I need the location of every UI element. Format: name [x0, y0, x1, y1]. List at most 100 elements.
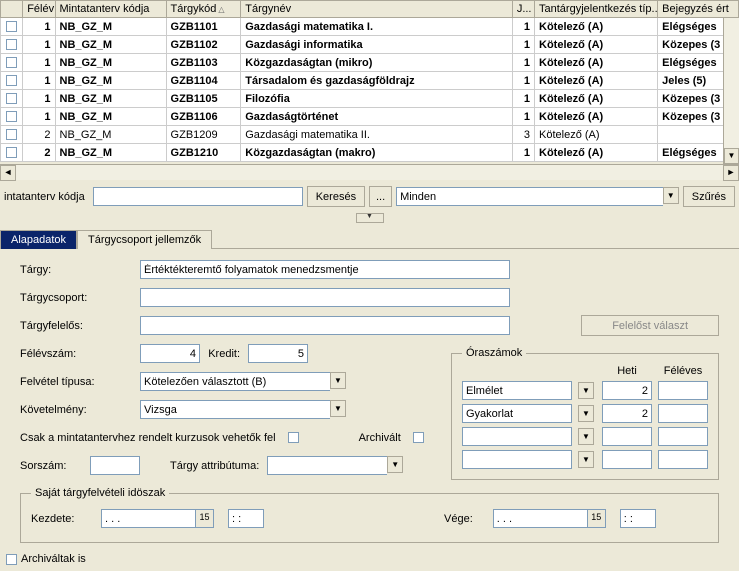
scroll-down-icon[interactable]: ▼: [724, 148, 739, 164]
cell-felev: 1: [23, 72, 55, 90]
elmelet-feleves-field[interactable]: [658, 381, 708, 400]
header-j[interactable]: J...: [512, 1, 534, 18]
header-checkbox[interactable]: [1, 1, 23, 18]
archivaltak-is-label: Archiváltak is: [21, 553, 86, 565]
oraszam-type-2[interactable]: [462, 404, 572, 423]
oraszam4-heti-field[interactable]: [602, 450, 652, 469]
table-row[interactable]: 1NB_GZ_MGZB1101Gazdasági matematika I.1K…: [1, 18, 739, 36]
scroll-left-icon[interactable]: ◄: [0, 165, 16, 181]
header-felev[interactable]: Félév: [23, 1, 55, 18]
kezdete-time-field[interactable]: [228, 509, 264, 528]
oraszam4-feleves-field[interactable]: [658, 450, 708, 469]
cell-j: 3: [512, 126, 534, 144]
row-checkbox[interactable]: [6, 93, 17, 104]
row-checkbox[interactable]: [6, 21, 17, 32]
kovetelmeny-label: Követelmény:: [20, 404, 140, 416]
table-row[interactable]: 2NB_GZ_MGZB1210Közgazdaságtan (makro)1Kö…: [1, 144, 739, 162]
table-row[interactable]: 1NB_GZ_MGZB1106Gazdaságtörténet1Kötelező…: [1, 108, 739, 126]
cell-tip: Kötelező (A): [535, 144, 658, 162]
cell-tip: Kötelező (A): [535, 54, 658, 72]
tab-targycsoport-jellemzok[interactable]: Tárgycsoport jellemzők: [77, 230, 212, 249]
felvetel-tipusa-select[interactable]: [140, 372, 330, 391]
table-row[interactable]: 1NB_GZ_MGZB1104Társadalom és gazdaságföl…: [1, 72, 739, 90]
targy-field[interactable]: [140, 260, 510, 279]
row-checkbox[interactable]: [6, 57, 17, 68]
gyakorlat-feleves-field[interactable]: [658, 404, 708, 423]
idoszak-legend: Saját tárgyfelvételi idöszak: [31, 487, 169, 499]
oraszam3-heti-field[interactable]: [602, 427, 652, 446]
table-row[interactable]: 1NB_GZ_MGZB1102Gazdasági informatika1Köt…: [1, 36, 739, 54]
cell-tip: Kötelező (A): [535, 18, 658, 36]
cell-mintatanterv-kod: NB_GZ_M: [55, 36, 166, 54]
horizontal-scrollbar[interactable]: ◄ ►: [0, 164, 739, 180]
table-row[interactable]: 1NB_GZ_MGZB1105Filozófia1Kötelező (A)Köz…: [1, 90, 739, 108]
chevron-down-icon[interactable]: ▼: [578, 405, 594, 422]
szures-button[interactable]: Szűrés: [683, 186, 735, 207]
kovetelmeny-select[interactable]: [140, 400, 330, 419]
sorszam-field[interactable]: [90, 456, 140, 475]
targyfelelos-field[interactable]: [140, 316, 510, 335]
filter-select[interactable]: [396, 187, 663, 206]
header-mintatanterv-kod[interactable]: Mintatanterv kódja: [55, 1, 166, 18]
vertical-scrollbar[interactable]: ▼: [723, 18, 739, 164]
data-grid[interactable]: Félév Mintatanterv kódja Tárgykód△ Tárgy…: [0, 0, 739, 164]
chevron-down-icon[interactable]: ▼: [387, 456, 403, 473]
chevron-down-icon[interactable]: ▼: [578, 428, 594, 445]
row-checkbox[interactable]: [6, 75, 17, 86]
row-checkbox[interactable]: [6, 129, 17, 140]
gyakorlat-heti-field[interactable]: [602, 404, 652, 423]
vege-time-field[interactable]: [620, 509, 656, 528]
cell-felev: 1: [23, 54, 55, 72]
chevron-down-icon[interactable]: ▼: [330, 372, 346, 389]
idoszak-group: Saját tárgyfelvételi idöszak Kezdete: 15…: [20, 487, 719, 543]
header-tantargyjelentkezes-tip[interactable]: Tantárgyjelentkezés típ...: [535, 1, 658, 18]
sort-asc-icon: △: [218, 5, 224, 14]
row-checkbox[interactable]: [6, 111, 17, 122]
felevszam-label: Félévszám:: [20, 348, 140, 360]
elmelet-heti-field[interactable]: [602, 381, 652, 400]
search-more-button[interactable]: ...: [369, 186, 392, 207]
felelost-valaszt-button: Felelőst választ: [581, 315, 719, 336]
archivalt-checkbox[interactable]: [413, 432, 424, 443]
calendar-icon[interactable]: 15: [196, 509, 214, 528]
header-bejegyzes-ert[interactable]: Bejegyzés ért: [658, 1, 739, 18]
archivaltak-is-checkbox[interactable]: [6, 554, 17, 565]
cell-targynev: Gazdaságtörténet: [241, 108, 513, 126]
scroll-right-icon[interactable]: ►: [723, 165, 739, 181]
cell-targykod: GZB1103: [166, 54, 241, 72]
oraszam-type-1[interactable]: [462, 381, 572, 400]
targycsoport-field[interactable]: [140, 288, 510, 307]
kredit-field[interactable]: [248, 344, 308, 363]
felevszam-field[interactable]: [140, 344, 200, 363]
targycsoport-label: Tárgycsoport:: [20, 292, 140, 304]
search-input[interactable]: [93, 187, 303, 206]
chevron-down-icon[interactable]: ▼: [578, 451, 594, 468]
cell-targynev: Társadalom és gazdaságföldrajz: [241, 72, 513, 90]
oraszam3-feleves-field[interactable]: [658, 427, 708, 446]
header-targynev[interactable]: Tárgynév: [241, 1, 513, 18]
splitter-toggle-button[interactable]: [356, 213, 384, 223]
kereses-button[interactable]: Keresés: [307, 186, 365, 207]
row-checkbox[interactable]: [6, 147, 17, 158]
cell-mintatanterv-kod: NB_GZ_M: [55, 108, 166, 126]
cell-j: 1: [512, 90, 534, 108]
table-row[interactable]: 1NB_GZ_MGZB1103Közgazdaságtan (mikro)1Kö…: [1, 54, 739, 72]
targy-attributuma-select[interactable]: [267, 456, 387, 475]
row-checkbox[interactable]: [6, 39, 17, 50]
cell-tip: Kötelező (A): [535, 36, 658, 54]
chevron-down-icon[interactable]: ▼: [578, 382, 594, 399]
kezdete-date-field[interactable]: [101, 509, 196, 528]
csak-mintatanterv-checkbox[interactable]: [288, 432, 299, 443]
header-targykod[interactable]: Tárgykód△: [166, 1, 241, 18]
oraszam-type-4[interactable]: [462, 450, 572, 469]
calendar-icon[interactable]: 15: [588, 509, 606, 528]
chevron-down-icon[interactable]: ▼: [663, 187, 679, 204]
vege-date-field[interactable]: [493, 509, 588, 528]
chevron-down-icon[interactable]: ▼: [330, 400, 346, 417]
cell-mintatanterv-kod: NB_GZ_M: [55, 126, 166, 144]
cell-felev: 1: [23, 108, 55, 126]
table-row[interactable]: 2NB_GZ_MGZB1209Gazdasági matematika II.3…: [1, 126, 739, 144]
cell-j: 1: [512, 18, 534, 36]
tab-alapadatok[interactable]: Alapadatok: [0, 230, 77, 249]
oraszam-type-3[interactable]: [462, 427, 572, 446]
